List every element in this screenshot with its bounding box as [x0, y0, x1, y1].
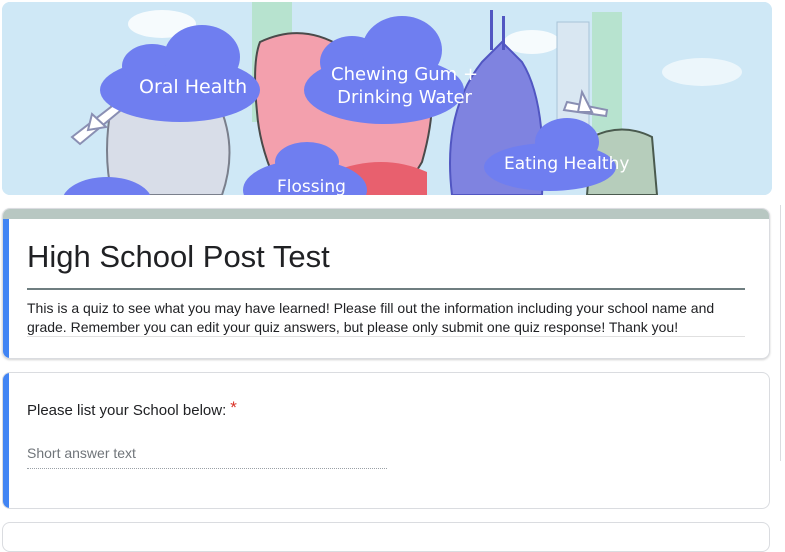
cloud-label-eating-healthy: Eating Healthy [504, 154, 630, 174]
floating-toolbar-edge [780, 205, 785, 461]
active-section-accent [3, 219, 9, 358]
cloud-label-line2: Drinking Water [337, 86, 472, 108]
form-title: High School Post Test [27, 239, 330, 274]
question-label: Please list your School below: * [27, 398, 237, 420]
description-underline [27, 336, 745, 337]
cloud-label-chewing-gum: Chewing Gum + Drinking Water [331, 64, 478, 109]
form-title-card: High School Post Test This is a quiz to … [2, 208, 770, 359]
cloud-label-line1: Chewing Gum + [331, 64, 479, 85]
answer-underline [27, 468, 387, 469]
cloud-label-oral-health: Oral Health [139, 76, 248, 98]
question-card-school[interactable]: Please list your School below: * Short an… [2, 372, 770, 509]
header-color-strip [3, 209, 769, 219]
next-question-card [2, 522, 770, 552]
title-underline [27, 288, 745, 290]
question-text: Please list your School below: [27, 402, 227, 419]
cloud-label-flossing: Flossing [277, 177, 346, 195]
form-description: This is a quiz to see what you may have … [27, 300, 715, 335]
short-answer-input[interactable]: Short answer text [27, 445, 136, 461]
active-question-accent [3, 373, 9, 508]
header-banner-image: Oral Health Chewing Gum + Drinking Water… [2, 2, 772, 195]
required-asterisk: * [230, 398, 237, 417]
